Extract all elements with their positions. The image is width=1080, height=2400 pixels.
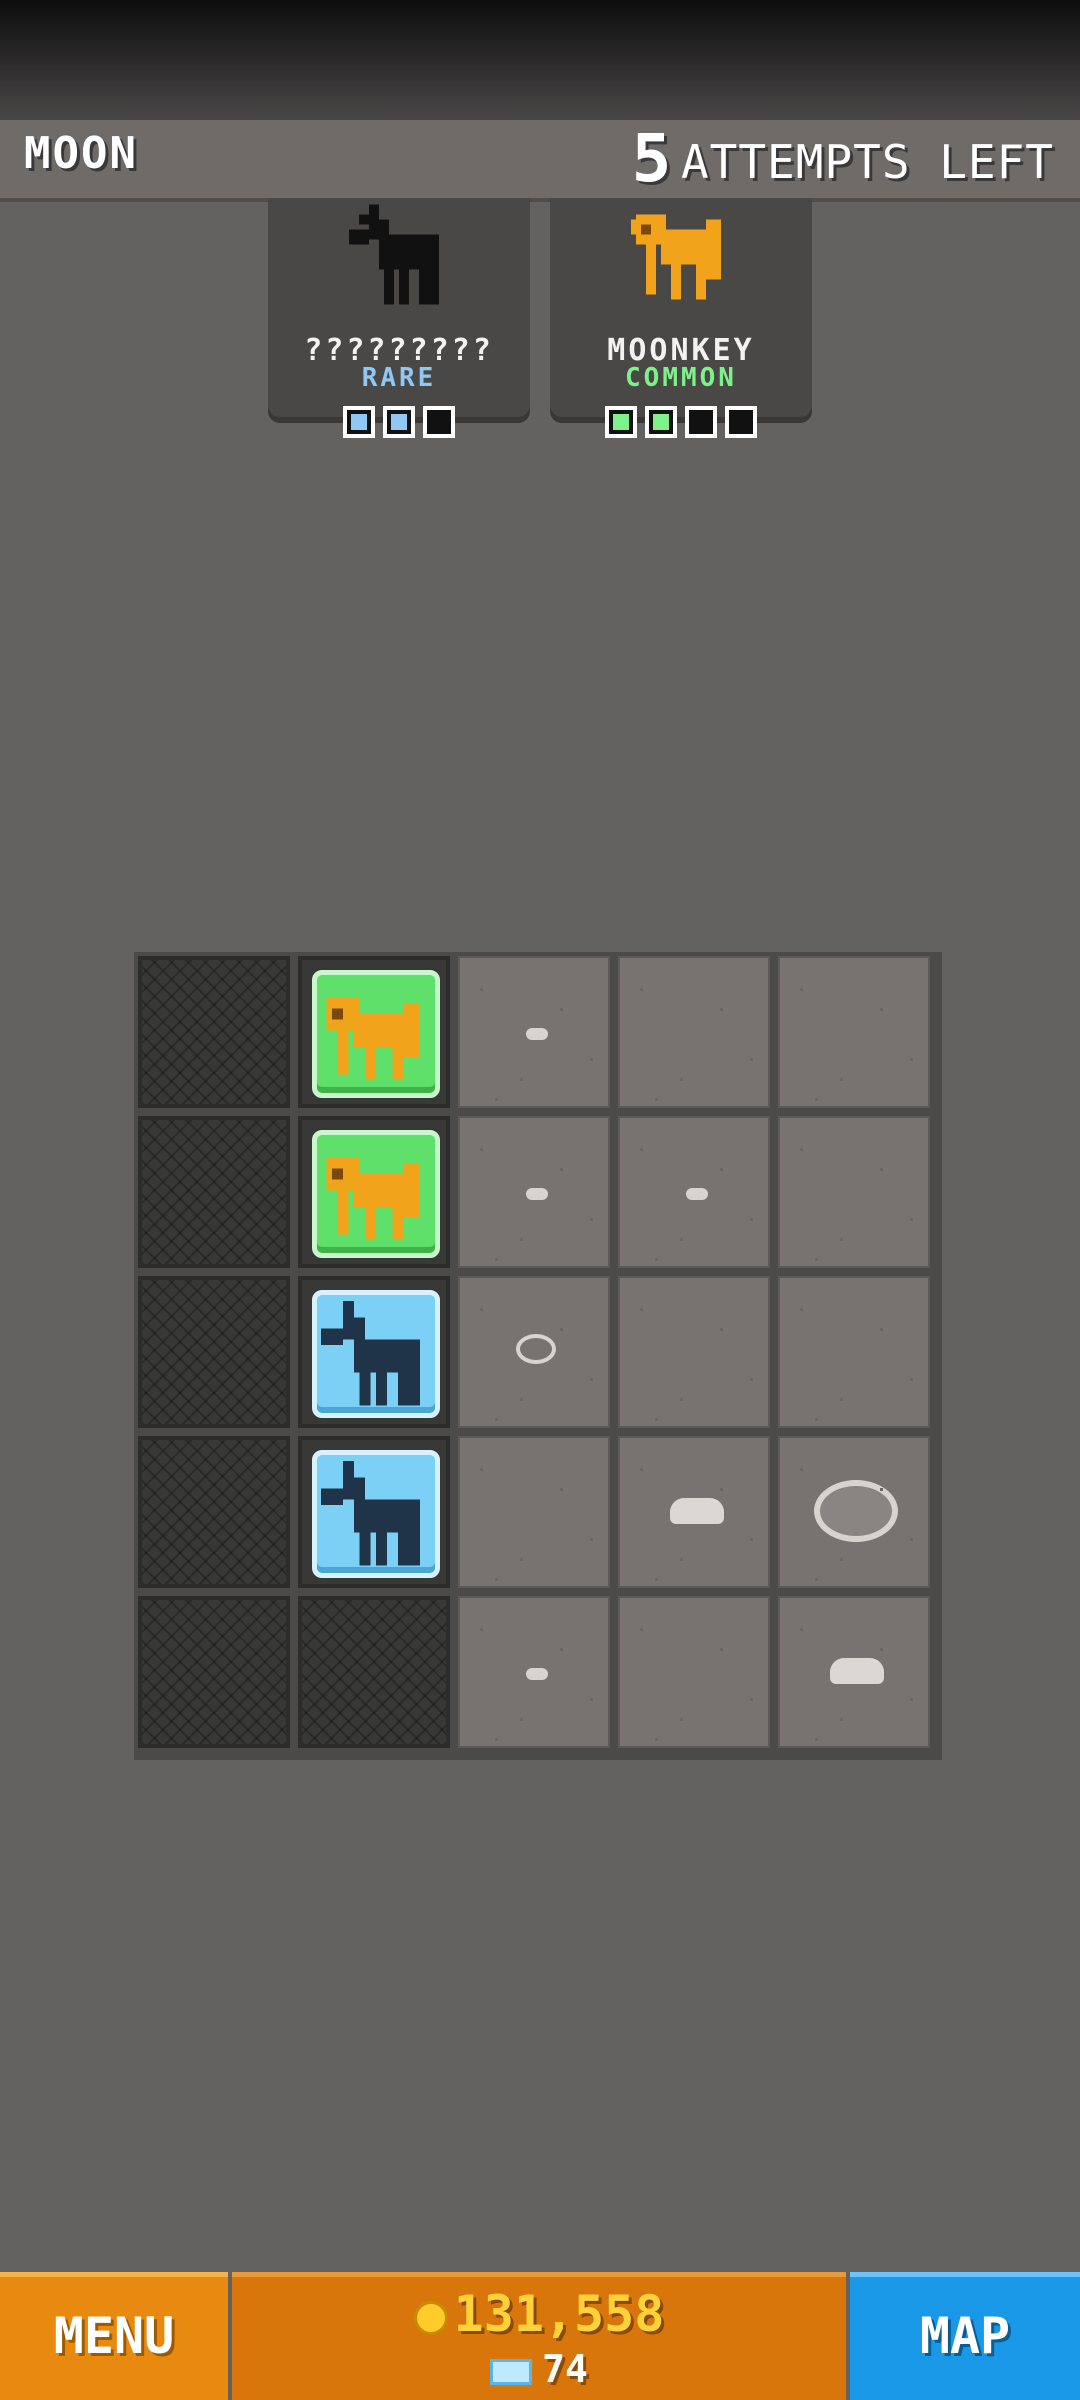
coin-icon [413,2300,448,2335]
moose-silhouette-icon [321,1461,420,1566]
gem-balance: 74 [232,2347,846,2391]
dug-cell [298,1596,450,1748]
ground-cell[interactable] [458,956,610,1108]
ground-cell[interactable] [778,1116,930,1268]
monkey-icon [326,1157,420,1240]
dug-cell [138,956,290,1108]
rock-icon [670,1498,724,1524]
ground-cell[interactable] [778,956,930,1108]
menu-button[interactable]: MENU [0,2272,228,2400]
attempts-label: ATTEMPTS LEFT [680,135,1054,189]
animal-card-rarity: RARE [361,363,437,393]
progress-dots [268,406,530,438]
progress-dot-empty [725,406,757,438]
dug-cell [138,1276,290,1428]
moose-tile [312,1290,440,1418]
dig-grid [134,952,942,1760]
dug-cell [138,1116,290,1268]
ground-cell[interactable] [778,1436,930,1588]
ground-cell[interactable] [458,1276,610,1428]
ground-cell[interactable] [458,1116,610,1268]
dug-cell [138,1596,290,1748]
animal-card-rare[interactable]: ????????? RARE [268,198,530,438]
pebble-icon [526,1028,548,1040]
top-bar: MOON 5 ATTEMPTS LEFT [0,120,1080,202]
coin-balance: 131,558 [232,2285,846,2343]
pebble-icon [526,1188,548,1200]
ground-cell[interactable] [618,956,770,1108]
animal-card-rarity: COMMON [625,363,737,393]
ground-cell[interactable] [778,1596,930,1748]
moose-tile [312,1450,440,1578]
ring-icon [516,1334,556,1364]
dug-cell [138,1436,290,1588]
grid-cell-moonkey [298,956,450,1108]
grid-cell-moose [298,1276,450,1428]
crater-icon [814,1480,898,1542]
progress-dot-filled [645,406,677,438]
level-name: MOON [24,128,138,179]
coin-count: 131,558 [453,2285,665,2343]
animal-card-moonkey[interactable]: MOONKEY COMMON [550,198,812,438]
status-bar-shade [0,0,1080,120]
moose-silhouette-icon [349,204,439,305]
currency-panel: 131,558 74 [232,2272,846,2400]
progress-dot-filled [343,406,375,438]
ground-cell[interactable] [458,1436,610,1588]
bottom-bar: MENU 131,558 74 MAP [0,2272,1080,2400]
ground-cell[interactable] [778,1276,930,1428]
moonkey-tile [312,1130,440,1258]
map-button[interactable]: MAP [850,2272,1080,2400]
ground-cell[interactable] [618,1436,770,1588]
pebble-icon [526,1668,548,1680]
progress-dot-filled [605,406,637,438]
attempts-counter: 5 ATTEMPTS LEFT [632,120,1054,197]
monkey-icon [631,214,721,300]
grid-cell-moonkey [298,1116,450,1268]
pebble-icon [686,1188,708,1200]
rock-icon [830,1658,884,1684]
gem-count: 74 [542,2347,588,2391]
moose-silhouette-icon [321,1301,420,1406]
gem-icon [490,2358,533,2385]
ground-cell[interactable] [618,1116,770,1268]
progress-dot-empty [685,406,717,438]
ground-cell[interactable] [458,1596,610,1748]
progress-dots [550,406,812,438]
grid-cell-moose [298,1436,450,1588]
progress-dot-empty [423,406,455,438]
monkey-icon [326,997,420,1080]
ground-cell[interactable] [618,1276,770,1428]
moonkey-tile [312,970,440,1098]
progress-dot-filled [383,406,415,438]
attempts-count: 5 [631,120,672,197]
ground-cell[interactable] [618,1596,770,1748]
